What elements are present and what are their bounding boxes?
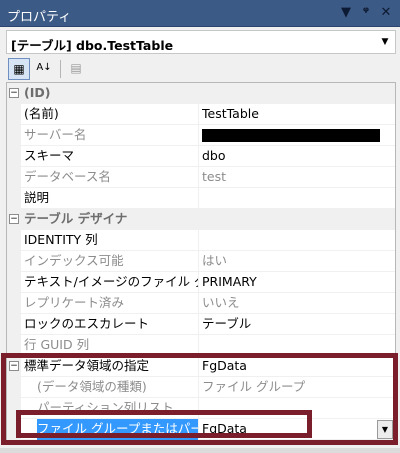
column-divider	[198, 230, 199, 251]
column-divider	[198, 104, 199, 125]
property-name: スキーマ	[24, 148, 75, 163]
column-divider	[198, 188, 199, 209]
selected-object-label: [テーブル] dbo.TestTable	[11, 38, 174, 53]
property-value: test	[202, 169, 227, 184]
property-value[interactable]	[202, 188, 392, 209]
property-value[interactable]	[202, 230, 392, 251]
column-divider	[198, 251, 199, 272]
property-row-replicated[interactable]: レプリケート済み いいえ	[7, 293, 395, 314]
row-gutter	[7, 314, 21, 335]
property-row-text-image-filegroup[interactable]: テキスト/イメージのファイル グ PRIMARY	[7, 272, 395, 293]
property-name: ロックのエスカレート	[24, 316, 150, 331]
property-row-identity-column[interactable]: IDENTITY 列	[7, 230, 395, 251]
property-name: (名前)	[24, 106, 59, 121]
category-label: テーブル デザイナ	[24, 211, 128, 226]
window-title: プロパティ	[7, 10, 72, 25]
object-selector[interactable]: [テーブル] dbo.TestTable ▼	[6, 30, 396, 54]
bottom-strip	[0, 448, 400, 453]
row-gutter	[7, 167, 21, 188]
row-gutter	[7, 188, 21, 209]
property-name: データベース名	[24, 169, 111, 184]
row-gutter	[7, 230, 21, 251]
category-id[interactable]: − (ID)	[7, 83, 395, 104]
column-divider	[198, 293, 199, 314]
column-divider	[198, 146, 199, 167]
category-label: (ID)	[24, 85, 51, 100]
row-gutter	[7, 125, 21, 146]
row-gutter	[7, 251, 21, 272]
property-name: サーバー名	[24, 127, 87, 142]
collapse-toggle-icon[interactable]: −	[9, 88, 19, 98]
close-icon[interactable]: ✕	[377, 4, 395, 22]
category-table-designer[interactable]: − テーブル デザイナ	[7, 209, 395, 230]
toolbar: ▦ A↓ ▤	[6, 56, 396, 82]
property-value	[202, 125, 392, 146]
property-row-server-name[interactable]: サーバー名	[7, 125, 395, 146]
property-value: いいえ	[202, 295, 240, 310]
row-gutter	[7, 104, 21, 125]
property-row-name[interactable]: (名前) TestTable	[7, 104, 395, 125]
property-value[interactable]: テーブル	[202, 314, 392, 335]
property-name: IDENTITY 列	[24, 232, 98, 247]
column-divider	[198, 125, 199, 146]
property-name: レプリケート済み	[24, 295, 125, 310]
toolbar-separator	[60, 60, 61, 78]
property-row-indexable[interactable]: インデックス可能 はい	[7, 251, 395, 272]
column-divider	[198, 272, 199, 293]
property-value[interactable]: dbo	[202, 146, 392, 167]
row-gutter	[7, 146, 21, 167]
window-menu-icon[interactable]: ▼	[337, 4, 355, 22]
property-row-schema[interactable]: スキーマ dbo	[7, 146, 395, 167]
alphabetical-sort-icon[interactable]: A↓	[33, 58, 55, 80]
property-name: インデックス可能	[24, 253, 124, 268]
property-row-description[interactable]: 説明	[7, 188, 395, 209]
pin-icon[interactable]: ᵠ	[357, 4, 375, 22]
row-gutter	[7, 272, 21, 293]
column-divider	[198, 167, 199, 188]
property-name: テキスト/イメージのファイル グ	[24, 274, 199, 289]
property-value[interactable]: TestTable	[202, 104, 392, 125]
redacted-value	[202, 129, 380, 142]
property-name: 説明	[24, 190, 50, 205]
title-bar: プロパティ ▼ ᵠ ✕	[0, 0, 400, 27]
column-divider	[198, 314, 199, 335]
chevron-down-icon[interactable]: ▼	[377, 33, 393, 51]
property-value[interactable]: PRIMARY	[202, 272, 392, 293]
categorized-view-icon[interactable]: ▦	[8, 58, 30, 80]
highlight-box-filegroup-row	[16, 410, 312, 438]
property-value: はい	[202, 253, 228, 268]
row-gutter	[7, 293, 21, 314]
property-row-database-name[interactable]: データベース名 test	[7, 167, 395, 188]
property-row-lock-escalation[interactable]: ロックのエスカレート テーブル	[7, 314, 395, 335]
collapse-toggle-icon[interactable]: −	[9, 214, 19, 224]
property-pages-icon[interactable]: ▤	[65, 58, 87, 80]
